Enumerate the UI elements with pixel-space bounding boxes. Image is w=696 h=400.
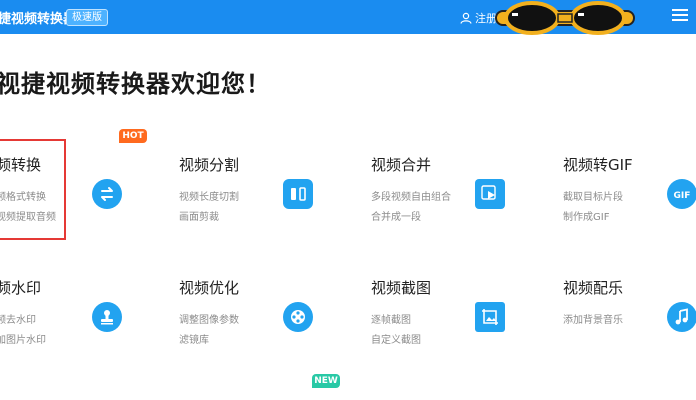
card-subtitle: 画面剪裁	[179, 212, 219, 223]
feature-video-convert[interactable]: 频转换 频格式转换 视频提取音频	[0, 154, 186, 254]
hot-badge: HOT	[119, 129, 147, 143]
card-subtitle: 多段视频自由组合	[371, 192, 451, 203]
feature-video-split[interactable]: 视频分割 视频长度切割 画面剪裁	[179, 154, 369, 254]
card-subtitle: 截取目标片段	[563, 192, 623, 203]
card-title: 视频合并	[371, 156, 432, 174]
feature-video-watermark[interactable]: 频水印 频去水印 加图片水印	[0, 277, 186, 377]
register-link[interactable]: 注册	[460, 10, 497, 26]
card-title: 视频转GIF	[563, 156, 633, 174]
card-subtitle: 调整图像参数	[179, 315, 239, 326]
feature-video-optimize[interactable]: 视频优化 调整图像参数 滤镜库	[179, 277, 369, 377]
card-subtitle: 滤镜库	[179, 335, 209, 346]
card-title: 视频截图	[371, 279, 432, 297]
card-subtitle: 加图片水印	[0, 335, 46, 346]
speed-badge: 极速版	[66, 9, 108, 26]
card-subtitle: 添加背景音乐	[563, 315, 623, 326]
split-icon	[283, 179, 313, 209]
feature-video-music[interactable]: 视频配乐 添加背景音乐	[563, 277, 696, 377]
card-subtitle: 自定义截图	[371, 335, 421, 346]
card-subtitle: 视频提取音频	[0, 212, 56, 223]
card-title: 视频配乐	[563, 279, 624, 297]
feature-video-to-gif[interactable]: 视频转GIF 截取目标片段 制作成GIF GIF	[563, 154, 696, 254]
card-subtitle: 制作成GIF	[563, 212, 610, 223]
menu-icon[interactable]	[672, 9, 688, 23]
user-icon	[460, 12, 472, 24]
welcome-heading: 视捷视频转换器欢迎您！	[0, 70, 271, 98]
feature-video-merge[interactable]: 视频合并 多段视频自由组合 合并成一段	[371, 154, 561, 254]
app-title: 捷视频转换器	[0, 12, 77, 27]
feature-video-screenshot[interactable]: 视频截图 逐帧截图 自定义截图	[371, 277, 561, 377]
merge-play-icon	[475, 179, 505, 209]
music-note-icon	[667, 302, 696, 332]
svg-text:GIF: GIF	[674, 191, 691, 201]
card-title: 频水印	[0, 279, 42, 297]
card-subtitle: 频格式转换	[0, 192, 46, 203]
film-reel-icon	[283, 302, 313, 332]
swap-arrows-icon	[92, 179, 122, 209]
card-subtitle: 视频长度切割	[179, 192, 239, 203]
card-subtitle: 逐帧截图	[371, 315, 411, 326]
card-title: 频转换	[0, 156, 42, 174]
card-subtitle: 合并成一段	[371, 212, 421, 223]
gif-icon: GIF	[667, 179, 696, 209]
goggles-mascot-icon	[494, 1, 636, 35]
card-subtitle: 频去水印	[0, 315, 36, 326]
title-bar: 捷视频转换器 极速版 注册	[0, 0, 696, 35]
image-crop-icon	[475, 302, 505, 332]
stamp-icon	[92, 302, 122, 332]
card-title: 视频优化	[179, 279, 240, 297]
card-title: 视频分割	[179, 156, 240, 174]
